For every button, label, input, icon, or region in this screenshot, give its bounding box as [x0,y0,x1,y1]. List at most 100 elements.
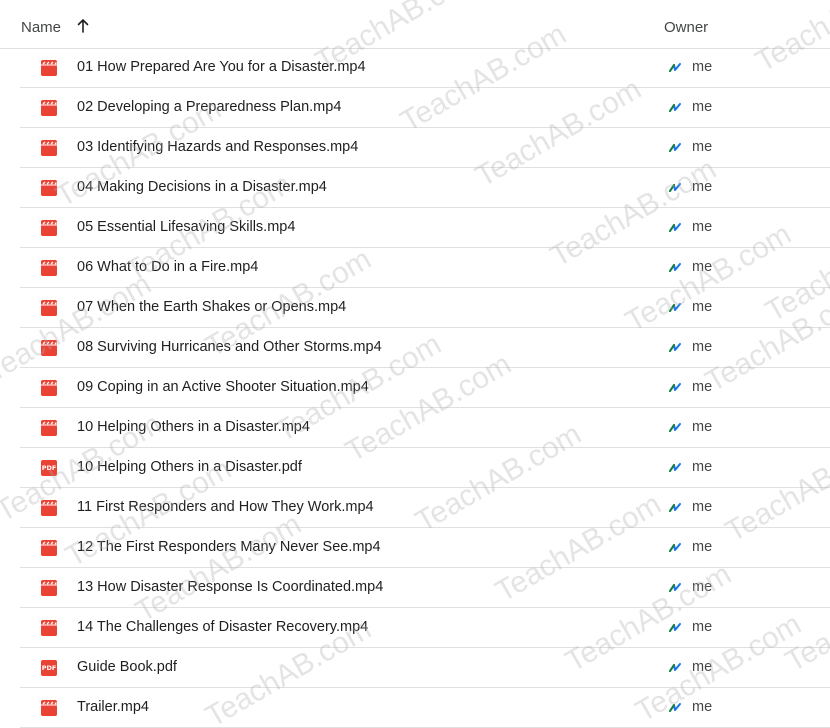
file-row[interactable]: 06 What to Do in a Fire.mp4 me [20,248,830,288]
clapperboard-glyph [41,700,57,716]
video-file-icon [41,700,57,716]
video-file-icon [41,540,57,556]
owner-name: me [692,339,713,355]
file-row[interactable]: 09 Coping in an Active Shooter Situation… [20,368,830,408]
clapperboard-glyph [41,420,57,436]
clapperboard-glyph [41,380,57,396]
owner-name: me [692,579,713,595]
owner-name: me [692,179,713,195]
clapperboard-glyph [41,340,57,356]
pdf-file-icon: PDF [41,460,57,476]
file-name[interactable]: 09 Coping in an Active Shooter Situation… [77,379,369,395]
video-file-icon [41,60,57,76]
shared-drive-owner-icon [669,303,681,312]
file-name[interactable]: 10 Helping Others in a Disaster.mp4 [77,419,310,435]
file-row[interactable]: 05 Essential Lifesaving Skills.mp4 me [20,208,830,248]
clapperboard-glyph [41,180,57,196]
file-row[interactable]: Trailer.mp4 me [20,688,830,728]
video-file-icon [41,380,57,396]
video-file-icon [41,580,57,596]
video-file-icon [41,620,57,636]
file-row[interactable]: 14 The Challenges of Disaster Recovery.m… [20,608,830,648]
owner-name: me [692,459,713,475]
file-row[interactable]: PDF Guide Book.pdf me [20,648,830,688]
shared-drive-owner-icon [669,663,681,672]
file-name[interactable]: 14 The Challenges of Disaster Recovery.m… [77,619,368,635]
file-name[interactable]: 01 How Prepared Are You for a Disaster.m… [77,59,366,75]
file-name[interactable]: 11 First Responders and How They Work.mp… [77,499,374,515]
shared-drive-owner-icon [669,343,681,352]
owner-name: me [692,379,713,395]
file-row[interactable]: PDF 10 Helping Others in a Disaster.pdf me [20,448,830,488]
file-name[interactable]: 12 The First Responders Many Never See.m… [77,539,381,555]
shared-drive-owner-icon [669,463,681,472]
pdf-icon-label: PDF [41,464,57,472]
owner-name: me [692,259,713,275]
clapperboard-glyph [41,540,57,556]
clapperboard-glyph [41,60,57,76]
video-file-icon [41,260,57,276]
owner-name: me [692,539,713,555]
owner-column-label: Owner [664,19,709,36]
owner-name: me [692,659,713,675]
pdf-icon-label: PDF [41,664,57,672]
shared-drive-owner-icon [669,183,681,192]
file-row[interactable]: 11 First Responders and How They Work.mp… [20,488,830,528]
file-name[interactable]: 03 Identifying Hazards and Responses.mp4 [77,139,358,155]
video-file-icon [41,180,57,196]
shared-drive-owner-icon [669,383,681,392]
file-row[interactable]: 10 Helping Others in a Disaster.mp4 me [20,408,830,448]
name-column-header[interactable]: Name [21,18,91,36]
clapperboard-glyph [41,620,57,636]
clapperboard-glyph [41,300,57,316]
clapperboard-glyph [41,140,57,156]
file-rows: 01 How Prepared Are You for a Disaster.m… [0,48,830,728]
file-name[interactable]: 06 What to Do in a Fire.mp4 [77,259,258,275]
owner-name: me [692,619,713,635]
file-list-page: Name Owner 01 How Prepared Are You for a… [0,0,830,728]
shared-drive-owner-icon [669,703,681,712]
file-name[interactable]: 05 Essential Lifesaving Skills.mp4 [77,219,295,235]
file-name[interactable]: 07 When the Earth Shakes or Opens.mp4 [77,299,346,315]
file-name[interactable]: 04 Making Decisions in a Disaster.mp4 [77,179,327,195]
file-name[interactable]: Guide Book.pdf [77,659,177,675]
arrow-up-icon[interactable] [75,18,91,34]
video-file-icon [41,140,57,156]
video-file-icon [41,500,57,516]
video-file-icon [41,220,57,236]
file-row[interactable]: 02 Developing a Preparedness Plan.mp4 me [20,88,830,128]
shared-drive-owner-icon [669,623,681,632]
file-row[interactable]: 03 Identifying Hazards and Responses.mp4… [20,128,830,168]
name-column-label: Name [21,19,62,36]
shared-drive-owner-icon [669,583,681,592]
file-row[interactable]: 13 How Disaster Response Is Coordinated.… [20,568,830,608]
clapperboard-glyph [41,100,57,116]
file-row[interactable]: 04 Making Decisions in a Disaster.mp4 me [20,168,830,208]
owner-name: me [692,99,713,115]
shared-drive-owner-icon [669,223,681,232]
video-file-icon [41,100,57,116]
owner-name: me [692,219,713,235]
shared-drive-owner-icon [669,143,681,152]
shared-drive-owner-icon [669,63,681,72]
file-name[interactable]: 02 Developing a Preparedness Plan.mp4 [77,99,341,115]
file-row[interactable]: 12 The First Responders Many Never See.m… [20,528,830,568]
file-name[interactable]: 08 Surviving Hurricanes and Other Storms… [77,339,382,355]
file-name[interactable]: 13 How Disaster Response Is Coordinated.… [77,579,383,595]
clapperboard-glyph [41,220,57,236]
file-name[interactable]: 10 Helping Others in a Disaster.pdf [77,459,302,475]
video-file-icon [41,420,57,436]
video-file-icon [41,300,57,316]
file-row[interactable]: 07 When the Earth Shakes or Opens.mp4 me [20,288,830,328]
shared-drive-owner-icon [669,103,681,112]
owner-column-header[interactable]: Owner [664,19,708,36]
shared-drive-owner-icon [669,263,681,272]
clapperboard-glyph [41,500,57,516]
shared-drive-owner-icon [669,423,681,432]
file-row[interactable]: 01 How Prepared Are You for a Disaster.m… [20,48,830,88]
owner-name: me [692,299,713,315]
file-row[interactable]: 08 Surviving Hurricanes and Other Storms… [20,328,830,368]
shared-drive-owner-icon [669,543,681,552]
clapperboard-glyph [41,260,57,276]
file-name[interactable]: Trailer.mp4 [77,699,149,715]
